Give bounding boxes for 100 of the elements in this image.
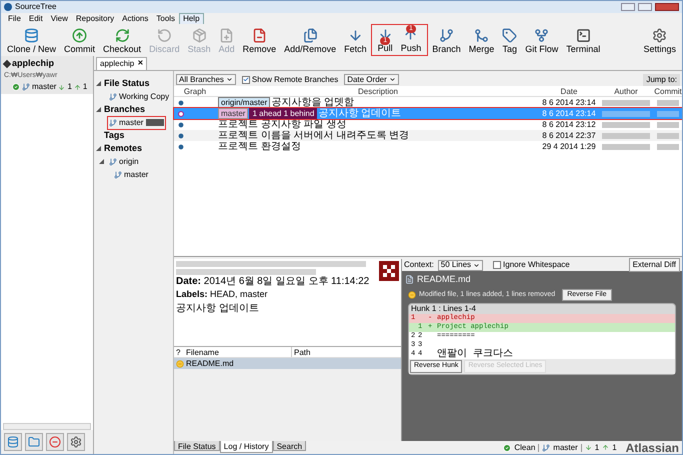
menu-item[interactable]: Tools xyxy=(152,12,180,24)
branch-icon xyxy=(542,444,550,452)
panel-button[interactable] xyxy=(46,433,64,451)
behind-count: 1 xyxy=(67,81,72,93)
context-dropdown[interactable]: 50 Lines xyxy=(438,260,484,270)
toolbar-button[interactable]: Checkout xyxy=(99,26,146,56)
blurred-hash xyxy=(657,132,679,138)
menu-item[interactable]: Help xyxy=(179,12,204,24)
expanded-arrow-icon[interactable] xyxy=(99,159,104,164)
graph-node-icon xyxy=(178,100,184,106)
toolbar-button[interactable]: Remove xyxy=(238,26,280,56)
merge-icon xyxy=(474,28,489,42)
panel-button[interactable] xyxy=(67,433,85,451)
commit-date: 8 6 2014 23:14 xyxy=(541,97,597,108)
sidebar-item[interactable]: master xyxy=(107,116,166,130)
blurred-author xyxy=(602,100,650,106)
toolbar-button[interactable]: Tag xyxy=(498,26,522,56)
file-name: README.md xyxy=(417,273,471,286)
checkbox[interactable] xyxy=(493,261,502,269)
commit-date: 8 6 2014 23:12 xyxy=(541,119,597,130)
column-header[interactable]: Date xyxy=(540,86,598,96)
expanded-arrow-icon[interactable] xyxy=(96,81,101,86)
branch-name: master xyxy=(32,81,56,93)
graph-node-icon xyxy=(178,132,184,138)
toolbar-button[interactable]: Add/Remove xyxy=(280,26,340,56)
minimize-button[interactable] xyxy=(621,3,635,11)
toolbar-button[interactable]: Branch xyxy=(428,26,465,56)
arrow-down-icon xyxy=(584,444,592,451)
labels-line: Labels: HEAD, master xyxy=(176,289,269,299)
terminal-icon xyxy=(576,28,591,42)
expanded-arrow-icon[interactable] xyxy=(96,146,101,151)
toolbar-button[interactable]: Fetch xyxy=(340,26,371,56)
branch-icon xyxy=(114,170,122,178)
column-header[interactable]: Path xyxy=(292,347,401,357)
section-heading[interactable]: Tags xyxy=(104,128,124,142)
window-title: SourceTree xyxy=(15,1,56,13)
remove-icon xyxy=(49,436,61,448)
hunk-header: Hunk 1 : Lines 1-4 xyxy=(410,304,477,314)
external-diff-button[interactable]: External Diff xyxy=(628,258,680,272)
menu-item[interactable]: File xyxy=(4,12,25,24)
commit-row[interactable]: master 1 ahead 1 behind 공지사항 업데이트 8 6 2014 23:14 xyxy=(174,108,682,119)
file-row[interactable]: README.md xyxy=(174,358,401,369)
sidebar-item[interactable]: master xyxy=(112,168,150,182)
app-logo-icon xyxy=(4,3,12,11)
sidebar-item[interactable]: Working Copy xyxy=(107,90,172,104)
arrow-up-icon xyxy=(602,444,610,451)
view-tab[interactable]: Log / History xyxy=(220,441,273,453)
branch-icon xyxy=(109,158,117,166)
commit-date: 8 6 2014 23:14 xyxy=(541,108,597,119)
sidebar-item[interactable]: origin xyxy=(107,154,141,168)
section-heading[interactable]: File Status xyxy=(104,76,150,90)
section-heading[interactable]: Branches xyxy=(104,102,146,116)
view-tab[interactable]: Search xyxy=(272,441,306,451)
toolbar-button[interactable]: Commit xyxy=(60,26,100,56)
repo-name[interactable]: applechip xyxy=(12,57,54,70)
settings-button[interactable]: Settings xyxy=(639,26,680,56)
status-text: Clean xyxy=(514,442,536,454)
menu-item[interactable]: Repository xyxy=(72,12,118,24)
menu-item[interactable]: Edit xyxy=(24,12,47,24)
view-tab[interactable]: File Status xyxy=(174,441,220,451)
column-header[interactable]: Graph xyxy=(174,86,216,96)
branch-filter-dropdown[interactable]: All Branches xyxy=(176,74,236,85)
graph-node-icon xyxy=(178,122,184,128)
file-minus-icon xyxy=(252,28,267,42)
maximize-button[interactable] xyxy=(638,3,652,11)
expanded-arrow-icon[interactable] xyxy=(96,107,101,112)
panel-button[interactable] xyxy=(25,433,43,451)
branch-label: master xyxy=(218,108,248,119)
blurred-author xyxy=(602,122,650,128)
column-header[interactable]: Filename xyxy=(184,347,292,357)
toolbar-button[interactable]: Git Flow xyxy=(521,26,562,56)
column-header[interactable]: Description xyxy=(216,86,540,96)
blurred-author xyxy=(602,144,650,150)
add-repo-icon xyxy=(7,436,19,448)
undo-icon xyxy=(156,28,172,42)
modified-icon xyxy=(176,360,184,368)
box-icon xyxy=(192,28,207,42)
menu-item[interactable]: Actions xyxy=(118,12,152,24)
add-folder-icon xyxy=(28,436,40,448)
blurred-hash xyxy=(657,100,679,106)
graph-node-icon xyxy=(178,144,184,150)
database-icon xyxy=(24,28,40,42)
panel-button[interactable] xyxy=(4,433,22,451)
checkbox[interactable] xyxy=(242,76,250,84)
column-header[interactable]: Author xyxy=(598,86,654,96)
menu-item[interactable]: View xyxy=(46,12,72,24)
graph-node-icon xyxy=(178,110,184,116)
toolbar-button[interactable]: Clone / New xyxy=(3,26,60,56)
jump-to-button[interactable]: Jump to: xyxy=(643,74,680,86)
horizontal-scrollbar[interactable] xyxy=(3,423,91,430)
check-icon xyxy=(503,444,512,452)
blurred-author xyxy=(602,110,650,116)
column-header[interactable]: Commit xyxy=(654,86,682,96)
toolbar-button[interactable]: Merge xyxy=(464,26,498,56)
blurred-author xyxy=(602,132,650,138)
section-heading[interactable]: Remotes xyxy=(104,142,142,156)
column-header[interactable]: ? xyxy=(174,347,184,357)
order-dropdown[interactable]: Date Order xyxy=(344,74,399,85)
arrow-down-icon xyxy=(348,28,363,42)
toolbar-button[interactable]: Terminal xyxy=(562,26,604,56)
